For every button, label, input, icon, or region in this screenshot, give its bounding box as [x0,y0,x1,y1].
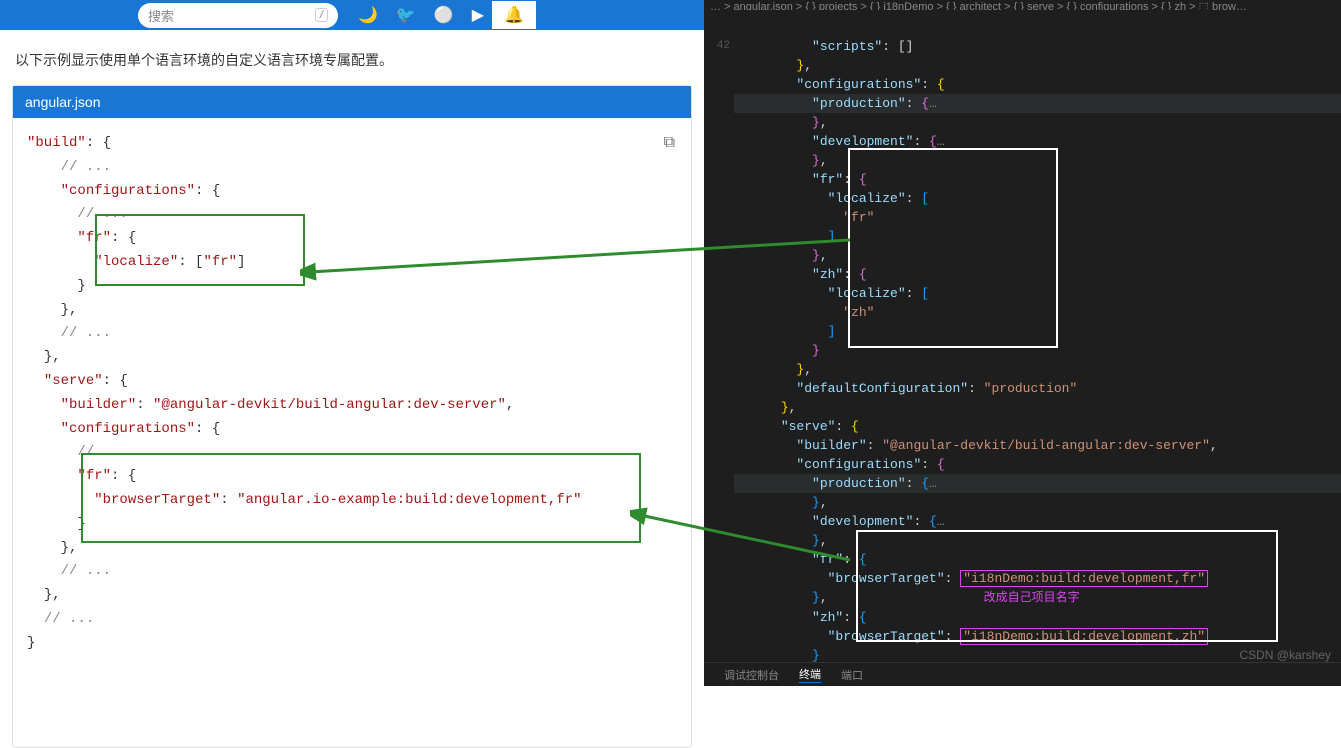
code-card: angular.json ⧉ "build": { // ... "config… [12,85,692,748]
breadcrumb[interactable]: … > angular.json > { } projects > { } i1… [704,0,1341,10]
magenta-annotation: 改成自己项目名字 [984,591,1080,605]
code-filename: angular.json [13,86,691,118]
code-body: "build": { // ... "configurations": { //… [13,118,691,747]
tab-port[interactable]: 端口 [841,667,863,683]
notifications[interactable]: 🔔 [492,1,536,29]
editor-body[interactable]: 42 "scripts": [] }, "configurations": { … [704,10,1341,722]
search-placeholder: 搜索 [148,6,174,25]
search-input[interactable]: 搜索 / [138,3,338,28]
top-bar: 搜索 / 🌙 🐦 ⚪ ▶ 🔔 [0,0,704,30]
tab-terminal[interactable]: 终端 [799,666,821,683]
moon-icon[interactable]: 🌙 [358,5,378,25]
editor-highlight-localize [848,148,1058,348]
bottom-tabs: 调试控制台 终端 端口 [704,662,1341,686]
description-text: 以下示例显示使用单个语言环境的自定义语言环境专属配置。 [0,30,704,85]
line-number: 42 [708,37,730,56]
github-icon[interactable]: ⚪ [434,5,454,25]
right-panel: … > angular.json > { } projects > { } i1… [704,0,1341,686]
youtube-icon[interactable]: ▶ [472,5,484,25]
tab-debug-console[interactable]: 调试控制台 [724,667,779,683]
bell-icon: 🔔 [504,7,524,24]
highlight-box-fr-localize [95,214,305,286]
twitter-icon[interactable]: 🐦 [396,5,416,25]
search-shortcut: / [315,8,328,22]
top-icons: 🌙 🐦 ⚪ ▶ [358,5,484,25]
watermark: CSDN @karshey [1239,648,1331,662]
left-panel: 搜索 / 🌙 🐦 ⚪ ▶ 🔔 以下示例显示使用单个语言环境的自定义语言环境专属配… [0,0,704,686]
